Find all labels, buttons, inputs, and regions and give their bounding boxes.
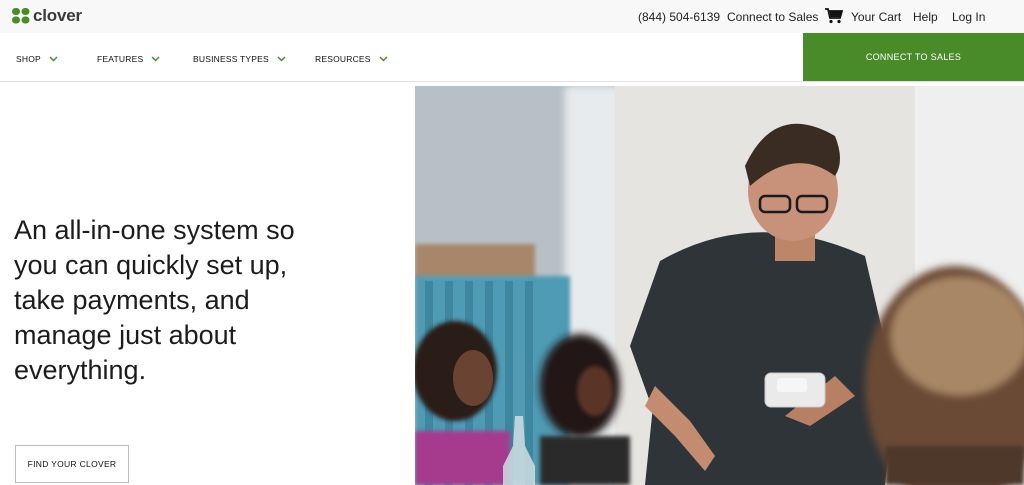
hero-headline: An all-in-one system so you can quickly … [14, 215, 295, 385]
your-cart-link[interactable]: Your Cart [851, 10, 901, 24]
chevron-down-icon [49, 56, 58, 62]
login-link[interactable]: Log In [952, 10, 985, 24]
connect-to-sales-link[interactable]: Connect to Sales [727, 10, 818, 24]
clover-leaf-icon [12, 8, 30, 24]
shopping-cart-icon[interactable] [825, 8, 843, 24]
nav-item-features[interactable]: FEATURES [97, 54, 160, 64]
chevron-down-icon [379, 56, 388, 62]
find-your-clover-button[interactable]: FIND YOUR CLOVER [15, 445, 129, 483]
phone-number-link[interactable]: (844) 504-6139 [638, 10, 720, 24]
chevron-down-icon [277, 56, 286, 62]
nav-item-resources[interactable]: RESOURCES [315, 54, 388, 64]
help-link[interactable]: Help [913, 10, 938, 24]
clover-logo[interactable]: clover [12, 6, 82, 26]
nav-item-label: SHOP [16, 54, 41, 64]
nav-item-label: FEATURES [97, 54, 144, 64]
main-nav: SHOP FEATURES BUSINESS TYPES RESOURCES C… [0, 33, 1024, 82]
nav-item-label: BUSINESS TYPES [193, 54, 269, 64]
brand-name: clover [33, 6, 82, 25]
chevron-down-icon [151, 56, 160, 62]
hero-photo [415, 86, 1024, 485]
utility-bar: clover (844) 504-6139 Connect to Sales Y… [0, 0, 1024, 33]
connect-to-sales-button[interactable]: CONNECT TO SALES [803, 33, 1024, 81]
nav-item-business-types[interactable]: BUSINESS TYPES [193, 54, 286, 64]
nav-item-label: RESOURCES [315, 54, 371, 64]
hero-photo-illustration [415, 86, 1024, 485]
nav-item-shop[interactable]: SHOP [16, 54, 58, 64]
